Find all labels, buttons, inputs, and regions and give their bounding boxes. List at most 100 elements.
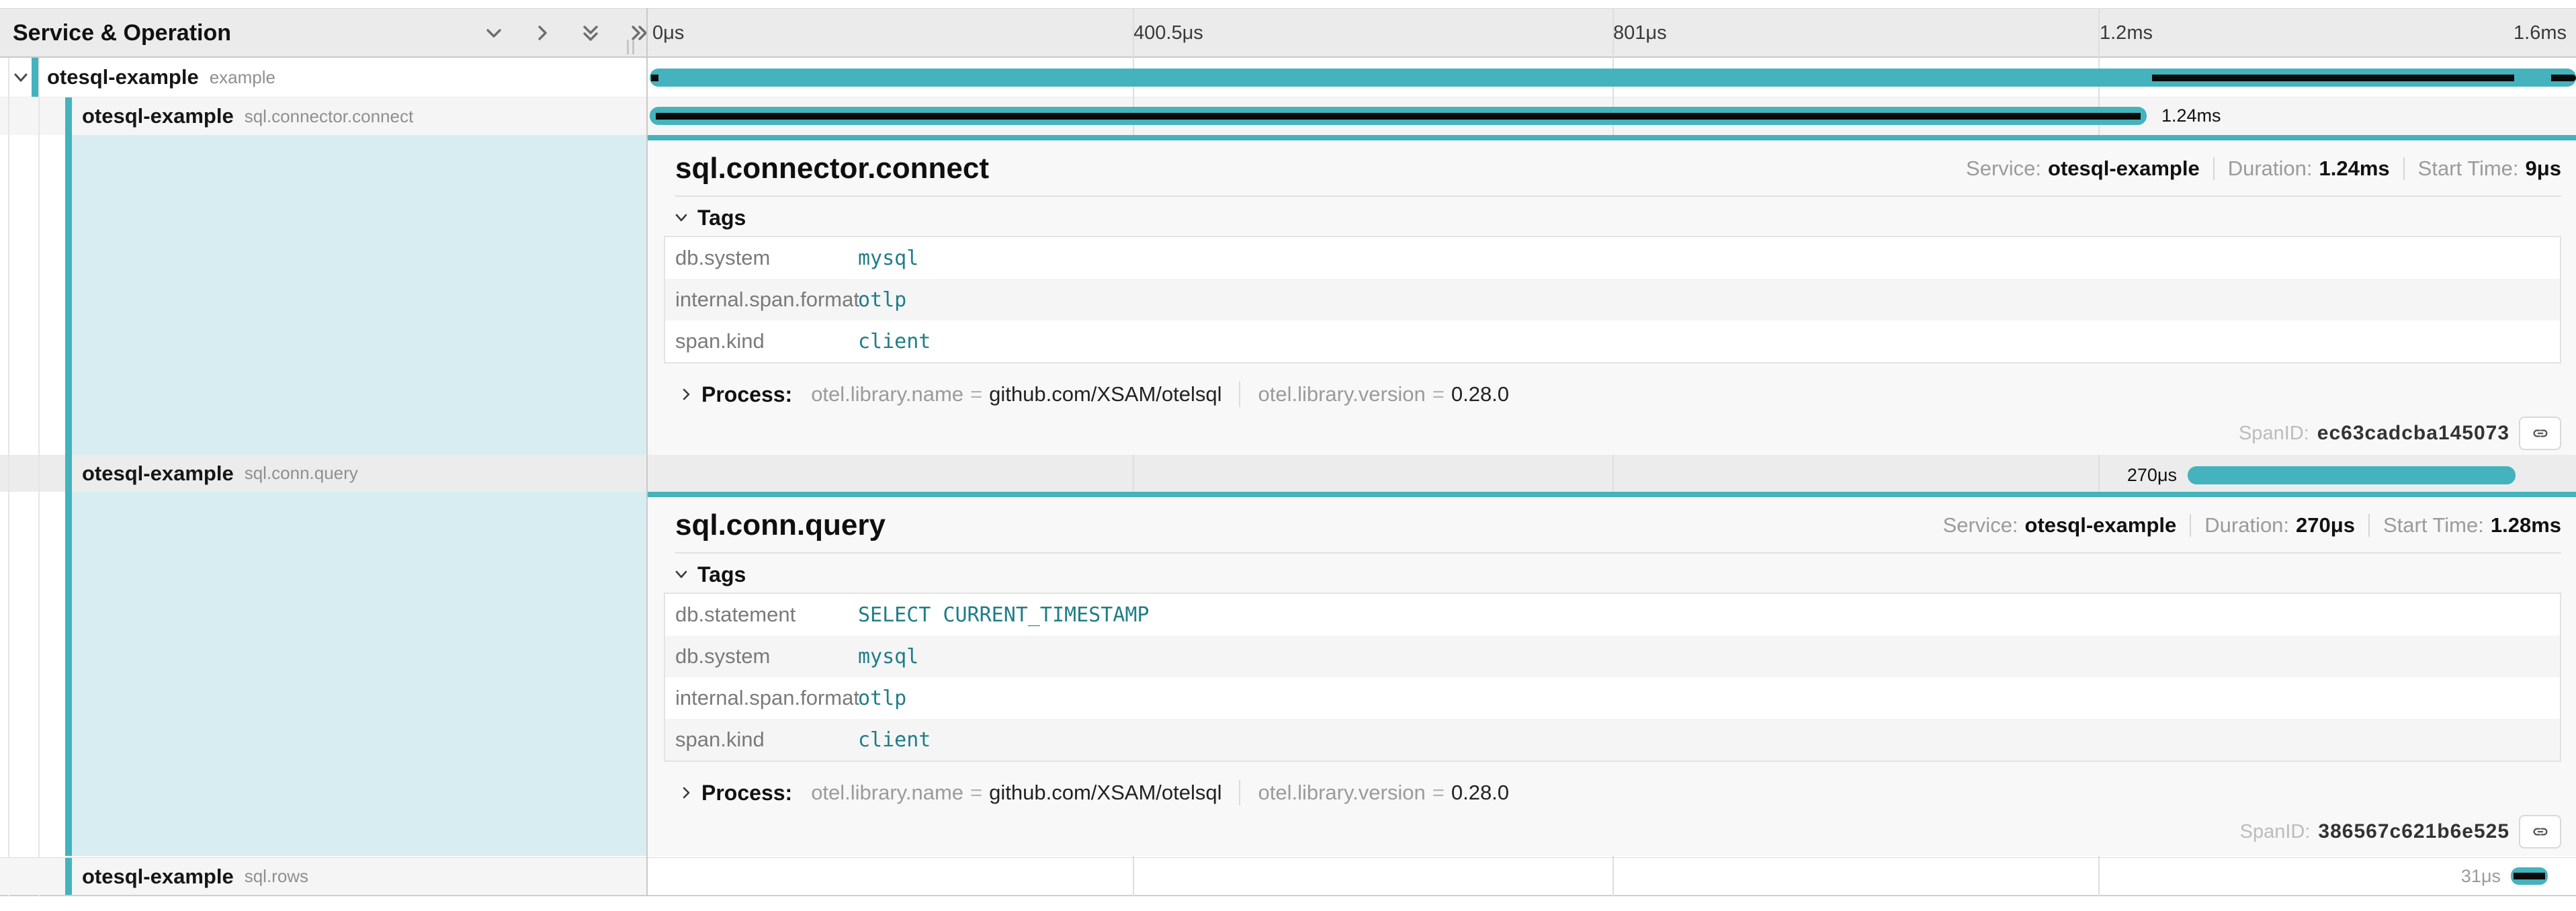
span-row-example[interactable]: otesql-example example bbox=[0, 58, 2576, 97]
process-label: Process: bbox=[701, 781, 792, 806]
spanid-row: SpanID: 386567c621b6e525 bbox=[664, 813, 2561, 851]
copy-span-link-button[interactable] bbox=[2519, 815, 2561, 849]
timeline-tick-801: 801μs bbox=[1613, 9, 1667, 57]
detail-highlight-fill bbox=[72, 135, 646, 455]
tags-section-toggle[interactable]: Tags bbox=[673, 562, 2561, 587]
start-time-label: Start Time: bbox=[2383, 513, 2484, 537]
critical-path-segment bbox=[2551, 75, 2576, 81]
divider bbox=[675, 552, 2561, 554]
tag-row: span.kind client bbox=[665, 320, 2560, 362]
span-bar-sql-rows[interactable] bbox=[2511, 867, 2548, 885]
spanid-value: 386567c621b6e525 bbox=[2318, 820, 2509, 843]
process-label: Process: bbox=[701, 382, 792, 407]
process-section-toggle[interactable]: Process: otel.library.name = github.com/… bbox=[679, 378, 2561, 410]
timeline-tick-400: 400.5μs bbox=[1133, 9, 1203, 57]
start-time-value: 1.28ms bbox=[2491, 513, 2561, 537]
service-value: otesql-example bbox=[2025, 513, 2177, 537]
span-row-sql-conn-query[interactable]: otesql-example sql.conn.query 270μs bbox=[0, 455, 2576, 492]
span-bar-example[interactable] bbox=[650, 69, 2576, 87]
tag-key: span.kind bbox=[665, 329, 858, 353]
service-color-bar bbox=[32, 58, 38, 97]
duration-value: 1.24ms bbox=[2319, 157, 2390, 181]
tag-row: internal.span.format otlp bbox=[665, 279, 2560, 320]
service-color-bar bbox=[65, 455, 72, 492]
tags-section-label: Tags bbox=[697, 562, 746, 587]
link-icon bbox=[2530, 822, 2550, 842]
tag-row: span.kind client bbox=[665, 719, 2560, 761]
process-key: otel.library.version bbox=[1258, 781, 1425, 805]
span-name[interactable]: otesql-example example bbox=[47, 58, 275, 97]
span-name[interactable]: otesql-example sql.rows bbox=[82, 858, 308, 895]
collapse-one-icon[interactable] bbox=[478, 17, 509, 48]
span-detail-panel-sql-conn-query: sql.conn.query Service: otesql-example D… bbox=[646, 492, 2576, 856]
process-value: 0.28.0 bbox=[1451, 781, 1509, 805]
span-bar-sql-connector-connect[interactable] bbox=[650, 107, 2147, 125]
span-detail-overview: Service: otesql-example Duration: 1.24ms… bbox=[1966, 157, 2561, 181]
span-duration-label: 270μs bbox=[1975, 466, 2177, 484]
process-key: otel.library.name bbox=[811, 382, 963, 406]
tag-value: mysql bbox=[858, 247, 918, 270]
tag-row: db.system mysql bbox=[665, 237, 2560, 279]
span-name[interactable]: otesql-example sql.conn.query bbox=[82, 455, 358, 492]
span-detail-indent bbox=[0, 135, 646, 455]
span-row-sql-rows[interactable]: otesql-example sql.rows 31μs bbox=[0, 857, 2576, 896]
start-time-label: Start Time: bbox=[2418, 157, 2519, 181]
link-icon bbox=[2530, 423, 2550, 443]
equals-sign: = bbox=[970, 781, 982, 805]
collapse-children-icon[interactable] bbox=[11, 67, 31, 87]
tag-value: SELECT CURRENT_TIMESTAMP bbox=[858, 603, 1149, 627]
process-key: otel.library.name bbox=[811, 781, 963, 805]
timeline-tick-1200: 1.2ms bbox=[2100, 9, 2153, 57]
process-section-toggle[interactable]: Process: otel.library.name = github.com/… bbox=[679, 777, 2561, 809]
start-time-value: 9μs bbox=[2526, 157, 2561, 181]
detail-highlight-fill bbox=[72, 492, 646, 856]
spanid-row: SpanID: ec63cadcba145073 bbox=[664, 415, 2561, 452]
timeline-tick-1600: 1.6ms bbox=[2419, 9, 2567, 57]
service-label: Service: bbox=[1943, 513, 2018, 537]
tag-key: internal.span.format bbox=[665, 288, 858, 312]
critical-path-segment bbox=[2514, 873, 2545, 879]
span-detail-title: sql.connector.connect bbox=[675, 152, 989, 185]
column-resizer-grip[interactable] bbox=[627, 40, 634, 54]
span-bar-sql-conn-query[interactable] bbox=[2188, 466, 2516, 484]
process-key: otel.library.version bbox=[1258, 382, 1425, 406]
critical-path-segment bbox=[2152, 75, 2514, 81]
copy-span-link-button[interactable] bbox=[2519, 417, 2561, 450]
service-color-bar bbox=[65, 135, 72, 455]
collapse-all-icon[interactable] bbox=[575, 17, 606, 48]
equals-sign: = bbox=[1432, 781, 1445, 805]
tag-value: client bbox=[858, 728, 931, 752]
span-duration-label: 31μs bbox=[2299, 867, 2501, 885]
column-divider[interactable] bbox=[646, 8, 648, 896]
tag-key: span.kind bbox=[665, 728, 858, 752]
tag-value: mysql bbox=[858, 645, 918, 668]
trace-timeline-view: Service & Operation 0μs 400.5μs 801μs 1.… bbox=[0, 0, 2576, 911]
tag-key: internal.span.format bbox=[665, 686, 858, 710]
expand-one-icon[interactable] bbox=[527, 17, 558, 48]
service-color-bar bbox=[65, 492, 72, 856]
equals-sign: = bbox=[1432, 382, 1445, 406]
span-detail-panel-sql-connector-connect: sql.connector.connect Service: otesql-ex… bbox=[646, 135, 2576, 455]
span-row-sql-connector-connect[interactable]: otesql-example sql.connector.connect 1.2… bbox=[0, 97, 2576, 135]
spanid-label: SpanID: bbox=[2240, 821, 2311, 843]
span-duration-label: 1.24ms bbox=[2161, 107, 2221, 125]
timeline-header: Service & Operation 0μs 400.5μs 801μs 1.… bbox=[0, 8, 2576, 58]
tag-row: db.statement SELECT CURRENT_TIMESTAMP bbox=[665, 594, 2560, 636]
process-value: github.com/XSAM/otelsql bbox=[989, 382, 1221, 406]
duration-label: Duration: bbox=[2204, 513, 2289, 537]
tag-key: db.system bbox=[665, 246, 858, 270]
tags-section-toggle[interactable]: Tags bbox=[673, 205, 2561, 230]
service-color-bar bbox=[65, 97, 72, 135]
tag-row: db.system mysql bbox=[665, 636, 2560, 677]
tags-section-label: Tags bbox=[697, 206, 746, 230]
process-value: 0.28.0 bbox=[1451, 382, 1509, 406]
tag-key: db.statement bbox=[665, 603, 858, 627]
critical-path-segment bbox=[656, 113, 2141, 120]
spanid-value: ec63cadcba145073 bbox=[2317, 422, 2509, 445]
service-value: otesql-example bbox=[2048, 157, 2200, 181]
spanid-label: SpanID: bbox=[2239, 423, 2309, 445]
tag-value: otlp bbox=[858, 288, 906, 312]
span-detail-title: sql.conn.query bbox=[675, 509, 886, 542]
divider bbox=[675, 196, 2561, 197]
span-name[interactable]: otesql-example sql.connector.connect bbox=[82, 97, 413, 135]
